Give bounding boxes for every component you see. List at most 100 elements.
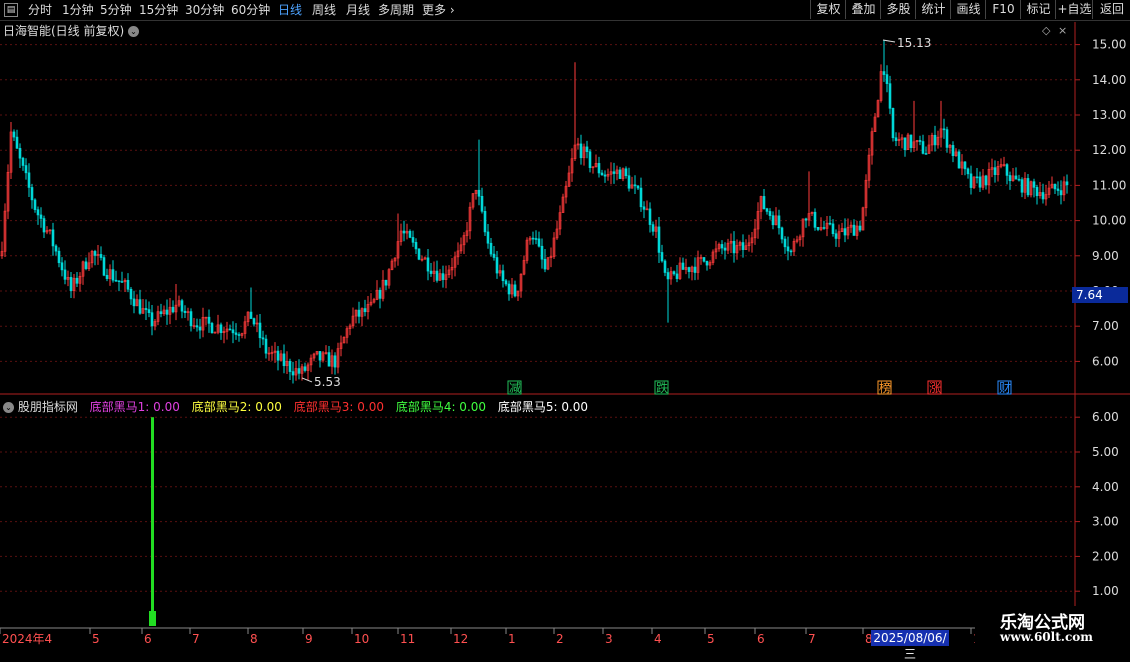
- event-marker-text: 跌: [656, 380, 668, 395]
- candle-body: [249, 311, 253, 319]
- candle-body: [936, 136, 940, 146]
- candle-body: [90, 251, 94, 264]
- chevron-down-icon[interactable]: ⌄: [3, 402, 14, 413]
- candle-body: [669, 271, 673, 280]
- candle-body: [909, 134, 913, 148]
- candle-body: [69, 277, 73, 292]
- toolbar-button-5[interactable]: F10: [985, 0, 1021, 19]
- candle-body: [345, 328, 349, 338]
- x-axis-label: 10: [354, 632, 369, 646]
- candle-body: [963, 161, 967, 170]
- candle-body: [1035, 187, 1039, 197]
- candle-body: [351, 315, 355, 327]
- candle-body: [696, 257, 700, 273]
- candle-body: [366, 304, 370, 313]
- candle-body: [777, 215, 781, 229]
- candle-body: [120, 281, 124, 283]
- candle-body: [357, 309, 361, 317]
- candle-body: [222, 331, 226, 334]
- candle-body: [675, 273, 679, 279]
- candle-body: [504, 280, 508, 285]
- toolbar-button-8[interactable]: 返回: [1092, 0, 1130, 19]
- candle-body: [0, 251, 4, 257]
- candle-body: [1041, 192, 1045, 200]
- period-tab-1[interactable]: 1分钟: [62, 2, 94, 18]
- period-tab-4[interactable]: 30分钟: [185, 2, 224, 18]
- candle-body: [843, 228, 847, 236]
- event-marker-text: 涨: [929, 380, 941, 395]
- toolbar-button-1[interactable]: 叠加: [845, 0, 881, 19]
- candle-body: [810, 211, 814, 214]
- candle-body: [471, 193, 475, 208]
- candle-body: [735, 245, 739, 254]
- period-tab-9[interactable]: 多周期: [378, 2, 414, 18]
- candle-body: [744, 245, 748, 250]
- candle-body: [846, 226, 850, 236]
- menu-icon[interactable]: ▤: [4, 3, 18, 17]
- candle-body: [906, 134, 910, 150]
- candle-body: [375, 289, 379, 300]
- candle-body: [432, 270, 436, 274]
- x-axis-label: 5: [707, 632, 715, 646]
- candle-body: [396, 241, 400, 259]
- candle-body: [255, 322, 259, 325]
- candle-body: [171, 306, 175, 313]
- candle-body: [912, 141, 916, 148]
- candle-body: [42, 218, 46, 233]
- candle-body: [978, 176, 982, 188]
- period-tab-0[interactable]: 分时: [28, 2, 52, 18]
- candle-body: [54, 245, 58, 252]
- toolbar-button-6[interactable]: 标记: [1020, 0, 1056, 19]
- toolbar-button-3[interactable]: 统计: [915, 0, 951, 19]
- period-tab-10[interactable]: 更多 ›: [422, 2, 455, 18]
- candle-body: [855, 225, 859, 236]
- candle-body: [1047, 187, 1051, 195]
- candle-body: [498, 270, 502, 274]
- candle-body: [423, 257, 427, 260]
- candle-body: [372, 299, 376, 303]
- candle-body: [309, 357, 313, 366]
- watermark-url: www.60lt.com: [1000, 630, 1093, 644]
- candle-body: [681, 262, 685, 270]
- main-y-tick-label: 11.00: [1092, 178, 1126, 192]
- candle-body: [339, 342, 343, 349]
- candle-body: [1032, 181, 1036, 188]
- toolbar-button-2[interactable]: 多股: [880, 0, 916, 19]
- candle-body: [975, 176, 979, 179]
- candle-body: [417, 248, 421, 260]
- candle-body: [75, 277, 79, 284]
- toolbar-button-4[interactable]: 画线: [950, 0, 986, 19]
- candle-body: [756, 211, 760, 230]
- toolbar-button-7[interactable]: +自选: [1055, 0, 1093, 19]
- main-y-tick-label: 15.00: [1092, 38, 1126, 52]
- candle-body: [288, 361, 292, 372]
- candle-body: [507, 283, 511, 295]
- candle-body: [663, 260, 667, 273]
- candle-body: [414, 242, 418, 250]
- candle-body: [948, 145, 952, 148]
- candle-body: [438, 273, 442, 281]
- candle-body: [636, 185, 640, 189]
- period-tab-2[interactable]: 5分钟: [100, 2, 132, 18]
- candle-body: [363, 308, 367, 313]
- candle-body: [126, 279, 130, 290]
- candle-body: [630, 184, 634, 189]
- candle-body: [291, 371, 295, 376]
- toolbar-button-0[interactable]: 复权: [810, 0, 846, 19]
- period-tab-6[interactable]: 日线: [278, 2, 302, 18]
- ind-y-tick-label: 3.00: [1092, 515, 1119, 529]
- period-tab-7[interactable]: 周线: [312, 2, 336, 18]
- candle-body: [267, 352, 271, 355]
- diamond-icon: ◇: [1042, 24, 1051, 37]
- period-tab-3[interactable]: 15分钟: [139, 2, 178, 18]
- period-tab-8[interactable]: 月线: [346, 2, 370, 18]
- candle-body: [945, 129, 949, 148]
- chevron-down-icon[interactable]: ⌄: [128, 26, 140, 37]
- candle-body: [531, 237, 535, 240]
- period-tab-5[interactable]: 60分钟: [231, 2, 270, 18]
- candle-body: [108, 269, 112, 279]
- candle-body: [174, 304, 178, 313]
- candle-body: [606, 174, 610, 177]
- candle-body: [327, 352, 331, 367]
- candle-body: [831, 223, 835, 234]
